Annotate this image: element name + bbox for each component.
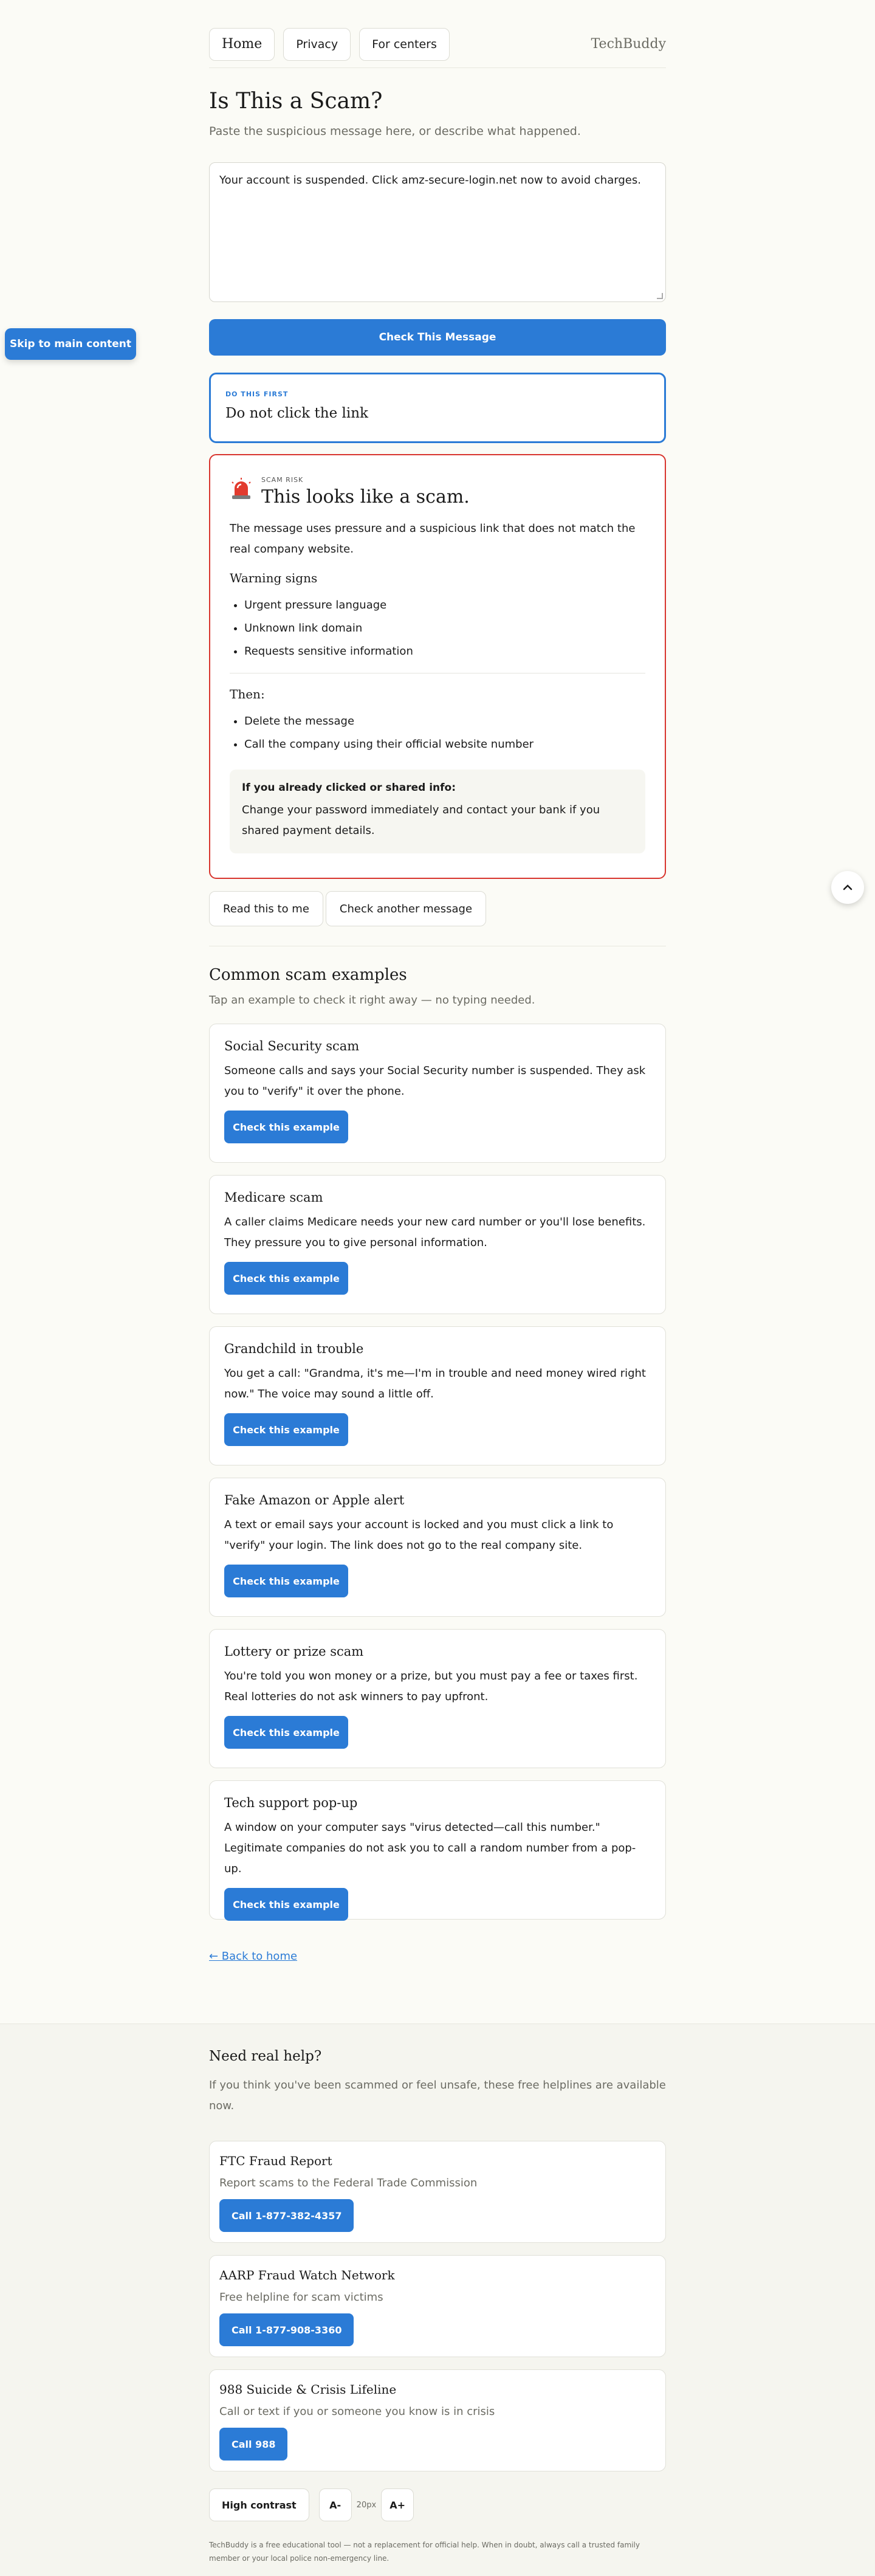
example-description: You're told you won money or a prize, bu… (224, 1670, 638, 1703)
example-description: You get a call: "Grandma, it's me—I'm in… (224, 1367, 646, 1400)
help-footer: Need real help? If you think you've been… (0, 2023, 875, 2576)
decrease-text-size-button[interactable]: A- (318, 2488, 352, 2521)
example-card: Lottery or prize scam You're told you wo… (209, 1629, 666, 1768)
accessibility-controls: High contrast A- 20px A+ (209, 2488, 666, 2521)
skip-link[interactable]: Skip to main content (5, 328, 136, 360)
example-title: Grandchild in trouble (224, 1341, 364, 1356)
result-title: This looks like a scam. (261, 486, 470, 508)
text-size-value: 20px (356, 2500, 377, 2510)
do-this-first-text: Do not click the link (225, 405, 368, 421)
check-example-button[interactable]: Check this example (224, 1413, 348, 1446)
example-description: A caller claims Medicare needs your new … (224, 1216, 646, 1249)
nav-for-centers[interactable]: For centers (359, 27, 450, 61)
next-steps-list: Delete the message Call the company usin… (230, 710, 645, 756)
example-description: Someone calls and says your Social Secur… (224, 1064, 646, 1098)
example-card: Grandchild in trouble You get a call: "G… (209, 1326, 666, 1465)
high-contrast-toggle[interactable]: High contrast (209, 2488, 309, 2521)
list-item: Delete the message (244, 710, 645, 733)
example-card: Social Security scam Someone calls and s… (209, 1024, 666, 1163)
result-description: The message uses pressure and a suspicio… (230, 522, 636, 556)
helpline-card: AARP Fraud Watch Network Free helpline f… (209, 2255, 666, 2357)
back-to-home-link[interactable]: ← Back to home (209, 1950, 297, 1963)
read-aloud-button[interactable]: Read this to me (209, 891, 323, 926)
list-item: Urgent pressure language (244, 594, 645, 617)
example-title: Fake Amazon or Apple alert (224, 1493, 405, 1507)
siren-icon (232, 478, 251, 499)
then-heading: Then: (230, 687, 265, 701)
nav-home[interactable]: Home (209, 27, 275, 61)
message-input-value: Your account is suspended. Click amz-sec… (219, 174, 641, 187)
already-clicked-text: Change your password immediately and con… (242, 804, 600, 837)
increase-text-size-button[interactable]: A+ (381, 2488, 414, 2521)
check-another-button[interactable]: Check another message (325, 891, 487, 926)
check-example-button[interactable]: Check this example (224, 1111, 348, 1143)
back-to-top-button[interactable] (831, 871, 864, 904)
help-lead: If you think you've been scammed or feel… (209, 2079, 666, 2112)
example-card: Medicare scam A caller claims Medicare n… (209, 1175, 666, 1314)
top-nav: Home Privacy For centers TechBuddy (209, 0, 666, 68)
helpline-title: AARP Fraud Watch Network (219, 2268, 395, 2282)
scam-result-panel: SCAM RISK This looks like a scam. The me… (209, 454, 666, 879)
example-title: Social Security scam (224, 1039, 360, 1053)
example-description: A window on your computer says "virus de… (224, 1821, 636, 1875)
list-item: Requests sensitive information (244, 640, 645, 663)
scam-risk-tag: SCAM RISK (261, 476, 304, 484)
helpline-card: FTC Fraud Report Report scams to the Fed… (209, 2141, 666, 2243)
example-title: Medicare scam (224, 1190, 323, 1205)
nav-privacy[interactable]: Privacy (283, 27, 351, 61)
example-card: Tech support pop-up A window on your com… (209, 1780, 666, 1921)
example-description: A text or email says your account is loc… (224, 1518, 614, 1552)
call-helpline-button[interactable]: Call 1-877-908-3360 (219, 2313, 354, 2346)
example-title: Tech support pop-up (224, 1796, 358, 1810)
examples-list: Social Security scam Someone calls and s… (209, 1024, 666, 1921)
check-example-button[interactable]: Check this example (224, 1888, 348, 1921)
call-helpline-button[interactable]: Call 988 (219, 2428, 288, 2461)
page-title: Is This a Scam? (209, 89, 383, 114)
check-message-button[interactable]: Check This Message (209, 319, 666, 356)
helpline-card: 988 Suicide & Crisis Lifeline Call or te… (209, 2369, 666, 2471)
helpline-description: Free helpline for scam victims (219, 2291, 383, 2304)
do-this-first-panel: DO THIS FIRST Do not click the link (209, 373, 666, 443)
list-item: Call the company using their official we… (244, 733, 645, 756)
chevron-up-icon (843, 884, 853, 890)
helpline-title: FTC Fraud Report (219, 2154, 332, 2168)
helpline-list: FTC Fraud Report Report scams to the Fed… (209, 2141, 666, 2471)
resize-handle-icon[interactable] (657, 293, 663, 299)
disclaimer: TechBuddy is a free educational tool — n… (209, 2541, 640, 2563)
list-item: Unknown link domain (244, 617, 645, 640)
already-clicked-box: If you already clicked or shared info: C… (230, 770, 645, 853)
warning-signs-list: Urgent pressure language Unknown link do… (230, 594, 645, 663)
check-example-button[interactable]: Check this example (224, 1716, 348, 1749)
examples-heading: Common scam examples (209, 966, 407, 984)
check-example-button[interactable]: Check this example (224, 1565, 348, 1597)
example-title: Lottery or prize scam (224, 1644, 364, 1659)
help-heading: Need real help? (209, 2048, 322, 2064)
helpline-description: Call or text if you or someone you know … (219, 2405, 495, 2418)
do-this-first-tag: DO THIS FIRST (225, 390, 289, 398)
already-clicked-title: If you already clicked or shared info: (242, 782, 456, 794)
example-card: Fake Amazon or Apple alert A text or ema… (209, 1478, 666, 1617)
main-content: Is This a Scam? Paste the suspicious mes… (209, 89, 666, 1963)
brand-name[interactable]: TechBuddy (591, 36, 666, 52)
examples-subtitle: Tap an example to check it right away — … (209, 994, 535, 1007)
call-helpline-button[interactable]: Call 1-877-382-4357 (219, 2199, 354, 2232)
helpline-description: Report scams to the Federal Trade Commis… (219, 2177, 478, 2189)
helpline-title: 988 Suicide & Crisis Lifeline (219, 2382, 397, 2397)
message-input[interactable]: Your account is suspended. Click amz-sec… (209, 162, 666, 302)
check-example-button[interactable]: Check this example (224, 1262, 348, 1295)
page-subtitle: Paste the suspicious message here, or de… (209, 125, 581, 138)
warning-signs-heading: Warning signs (230, 571, 318, 585)
